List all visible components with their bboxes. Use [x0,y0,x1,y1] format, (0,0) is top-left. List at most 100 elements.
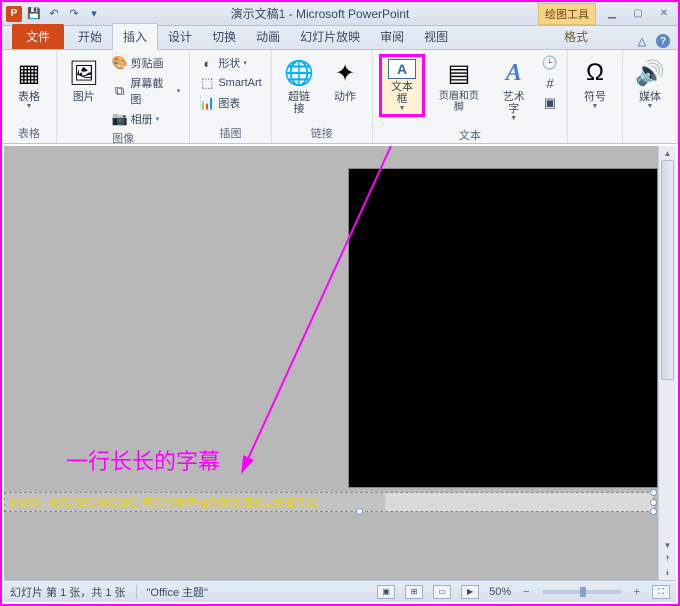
picture-button[interactable]: 🖼 图片 [63,54,105,106]
prev-slide-icon[interactable]: ⯭ [659,552,676,566]
group-images: 🖼 图片 🎨剪贴画 ⧉屏幕截图▾ 📷相册▾ 图像 [57,50,190,143]
slidenum-button[interactable]: # [539,74,561,92]
redo-icon[interactable]: ↷ [66,6,82,22]
symbol-button[interactable]: Ω 符号 ▼ [574,54,616,113]
drawing-tools-tab[interactable]: 绘图工具 [538,3,596,25]
tab-transitions[interactable]: 切换 [202,24,246,49]
sorter-view-button[interactable]: ⊞ [405,585,423,599]
window-title: 演示文稿1 - Microsoft PowerPoint [102,5,538,22]
ribbon: ▦ 表格 ▼ 表格 🖼 图片 🎨剪贴画 ⧉屏幕截图▾ 📷相册▾ 图像 ◐形状▾ [2,50,678,144]
chevron-down-icon: ▾ [243,59,247,67]
group-text: A 文本框 ▼ ▤ 页眉和页脚 A 艺术字 ▼ 🕒 # ▣ 文本 [373,50,568,143]
header-footer-button[interactable]: ▤ 页眉和页脚 [429,54,488,116]
group-tables: ▦ 表格 ▼ 表格 [2,50,57,143]
hyperlink-label: 超链接 [283,91,316,115]
minimize-button[interactable]: ▁ [602,7,622,21]
minimize-ribbon-icon[interactable]: △ [634,33,650,49]
datetime-button[interactable]: 🕒 [539,54,561,72]
textbox-icon: A [388,59,416,79]
tab-home[interactable]: 开始 [68,24,112,49]
symbol-label: 符号 [584,91,606,103]
resize-handle[interactable] [650,508,657,515]
table-button[interactable]: ▦ 表格 ▼ [8,54,50,113]
album-button[interactable]: 📷相册▾ [109,110,184,128]
picture-label: 图片 [73,91,95,103]
shapes-button[interactable]: ◐形状▾ [196,54,264,72]
fit-button[interactable]: ⛶ [652,585,670,599]
smartart-label: SmartArt [218,77,261,89]
app-icon[interactable]: P [6,6,22,22]
normal-view-button[interactable]: ▣ [377,585,395,599]
subtitle-textbox[interactable]: 永远在一起啦啦啦啦啦啦啦 每天给我幸福给我比糖还要甜蜜的爱 [4,492,654,512]
zoom-level[interactable]: 50% [489,586,511,598]
action-button[interactable]: ✦ 动作 [324,54,366,106]
statusbar: 幻灯片 第 1 张，共 1 张 "Office 主题" ▣ ⊞ ▭ ▶ 50% … [4,580,676,602]
clipart-button[interactable]: 🎨剪贴画 [109,54,184,72]
chevron-down-icon: ▾ [156,115,160,123]
chart-button[interactable]: 📊图表 [196,94,264,112]
object-button[interactable]: ▣ [539,94,561,112]
textbox-button[interactable]: A 文本框 ▼ [379,54,425,117]
picture-icon: 🖼 [68,57,100,89]
table-label: 表格 [18,91,40,103]
clipart-label: 剪贴画 [131,55,164,71]
undo-icon[interactable]: ↶ [46,6,62,22]
vertical-scrollbar[interactable]: ▲ ▼ ⯭ ⯯ [658,146,676,580]
group-label-tables: 表格 [8,123,50,143]
group-media: 🔊 媒体 ▼ 媒体 [623,50,678,143]
wordart-button[interactable]: A 艺术字 ▼ [493,54,535,125]
chevron-down-icon: ▼ [592,103,599,110]
smartart-button[interactable]: ⬚SmartArt [196,74,264,92]
chevron-down-icon: ▼ [26,103,33,110]
slide-content-rect[interactable] [348,168,658,488]
slide-canvas[interactable]: 一行长长的字幕 永远在一起啦啦啦啦啦啦啦 每天给我幸福给我比糖还要甜蜜的爱 [4,146,658,580]
hyperlink-icon: 🌐 [283,57,315,89]
zoom-in-button[interactable]: + [632,586,642,598]
chevron-down-icon: ▼ [510,115,517,122]
chevron-down-icon: ▼ [647,103,654,110]
media-button[interactable]: 🔊 媒体 ▼ [629,54,671,113]
table-icon: ▦ [13,57,45,89]
zoom-thumb[interactable] [580,587,586,597]
tab-slideshow[interactable]: 幻灯片放映 [290,24,370,49]
smartart-icon: ⬚ [199,75,215,91]
header-footer-label: 页眉和页脚 [434,91,483,113]
reading-view-button[interactable]: ▭ [433,585,451,599]
maximize-button[interactable]: ▢ [628,7,648,21]
tab-insert[interactable]: 插入 [112,23,158,50]
group-label-illustrations: 插图 [196,123,264,143]
action-label: 动作 [334,91,356,103]
scroll-down-icon[interactable]: ▼ [659,538,676,552]
chart-label: 图表 [218,95,240,111]
slideshow-view-button[interactable]: ▶ [461,585,479,599]
textbox-label: 文本框 [386,81,418,105]
ribbon-tabs: 文件 开始 插入 设计 切换 动画 幻灯片放映 审阅 视图 格式 △ ? [2,26,678,50]
file-tab[interactable]: 文件 [12,24,64,49]
save-icon[interactable]: 💾 [26,6,42,22]
help-icon[interactable]: ? [656,34,670,48]
chart-icon: 📊 [199,95,215,111]
scroll-up-icon[interactable]: ▲ [659,146,676,160]
qat-more-icon[interactable]: ▾ [86,6,102,22]
tab-format[interactable]: 格式 [554,24,598,49]
next-slide-icon[interactable]: ⯯ [659,566,676,580]
zoom-out-button[interactable]: − [521,586,531,598]
tab-design[interactable]: 设计 [158,24,202,49]
chevron-down-icon: ▾ [177,87,181,95]
tab-review[interactable]: 审阅 [370,24,414,49]
resize-handle[interactable] [356,508,363,515]
close-button[interactable]: ✕ [654,7,674,21]
media-icon: 🔊 [634,57,666,89]
scroll-thumb[interactable] [661,160,674,380]
resize-handle[interactable] [650,489,657,496]
group-symbols: Ω 符号 ▼ 符号 [568,50,623,143]
resize-handle[interactable] [650,499,657,506]
tab-animations[interactable]: 动画 [246,24,290,49]
hyperlink-button[interactable]: 🌐 超链接 [278,54,321,118]
group-illustrations: ◐形状▾ ⬚SmartArt 📊图表 插图 [190,50,271,143]
screenshot-button[interactable]: ⧉屏幕截图▾ [109,74,184,108]
header-footer-icon: ▤ [443,57,475,89]
tab-view[interactable]: 视图 [414,24,458,49]
zoom-slider[interactable] [542,590,622,594]
subtitle-text[interactable]: 永远在一起啦啦啦啦啦啦啦 每天给我幸福给我比糖还要甜蜜的爱 [5,493,385,511]
